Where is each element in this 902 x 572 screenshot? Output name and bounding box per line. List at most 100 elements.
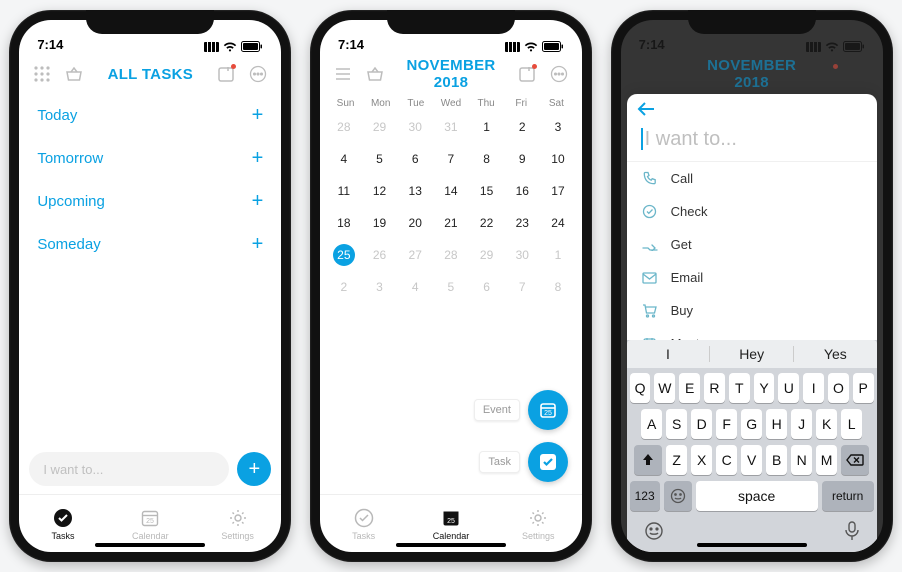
kbd-suggestion[interactable]: Yes xyxy=(794,346,877,362)
page-title[interactable]: NOVEMBER 2018 xyxy=(394,57,508,91)
calendar-day[interactable]: 30 xyxy=(397,111,433,143)
home-indicator[interactable] xyxy=(95,543,205,547)
calendar-day[interactable]: 25 xyxy=(326,239,362,271)
key-e[interactable]: E xyxy=(679,373,700,403)
suggestion-get[interactable]: Get xyxy=(627,228,877,261)
calendar-day[interactable]: 29 xyxy=(469,239,505,271)
key-q[interactable]: Q xyxy=(630,373,651,403)
key-t[interactable]: T xyxy=(729,373,750,403)
key-r[interactable]: R xyxy=(704,373,725,403)
calendar-day[interactable]: 4 xyxy=(326,143,362,175)
calendar-day[interactable]: 31 xyxy=(433,111,469,143)
calendar-day[interactable]: 7 xyxy=(504,271,540,303)
more-icon[interactable] xyxy=(245,61,271,87)
calendar-day[interactable]: 5 xyxy=(433,271,469,303)
calendar-day[interactable]: 6 xyxy=(469,271,505,303)
key-o[interactable]: O xyxy=(828,373,849,403)
key-z[interactable]: Z xyxy=(666,445,687,475)
calendar-day[interactable]: 16 xyxy=(504,175,540,207)
fab-event-button[interactable]: 25 xyxy=(528,390,568,430)
calendar-day[interactable]: 1 xyxy=(540,239,576,271)
key-s[interactable]: S xyxy=(666,409,687,439)
calendar-day[interactable]: 18 xyxy=(326,207,362,239)
home-indicator[interactable] xyxy=(697,543,807,547)
key-u[interactable]: U xyxy=(778,373,799,403)
calendar-day[interactable]: 23 xyxy=(504,207,540,239)
add-icon[interactable]: + xyxy=(252,190,264,213)
suggestion-check[interactable]: Check xyxy=(627,195,877,228)
emoji-icon[interactable] xyxy=(644,521,664,546)
calendar-day[interactable]: 5 xyxy=(362,143,398,175)
calendar-day[interactable]: 22 xyxy=(469,207,505,239)
suggestion-buy[interactable]: Buy xyxy=(627,294,877,327)
suggestion-call[interactable]: Call xyxy=(627,162,877,195)
key-y[interactable]: Y xyxy=(754,373,775,403)
key-space[interactable]: space xyxy=(696,481,818,511)
key-c[interactable]: C xyxy=(716,445,737,475)
key-n[interactable]: N xyxy=(791,445,812,475)
mic-icon[interactable] xyxy=(844,521,860,546)
key-123[interactable]: 123 xyxy=(630,481,660,511)
key-return[interactable]: return xyxy=(822,481,874,511)
task-category[interactable]: Tomorrow+ xyxy=(19,137,281,180)
task-category[interactable]: Someday+ xyxy=(19,223,281,266)
calendar-day[interactable]: 7 xyxy=(433,143,469,175)
key-d[interactable]: D xyxy=(691,409,712,439)
page-title[interactable]: ALL TASKS xyxy=(93,66,207,83)
calendar-day[interactable]: 3 xyxy=(540,111,576,143)
add-icon[interactable]: + xyxy=(252,104,264,127)
quick-add-input[interactable]: I want to... xyxy=(29,452,229,486)
calendar-day[interactable]: 24 xyxy=(540,207,576,239)
tab-settings[interactable]: Settings xyxy=(194,495,281,552)
calendar-day[interactable]: 28 xyxy=(433,239,469,271)
calendar-day[interactable]: 28 xyxy=(326,111,362,143)
calendar-day[interactable]: 30 xyxy=(504,239,540,271)
key-k[interactable]: K xyxy=(816,409,837,439)
key-l[interactable]: L xyxy=(841,409,862,439)
calendar-day[interactable]: 10 xyxy=(540,143,576,175)
calendar-day[interactable]: 2 xyxy=(504,111,540,143)
calendar-day[interactable]: 26 xyxy=(362,239,398,271)
key-h[interactable]: H xyxy=(766,409,787,439)
key-m[interactable]: M xyxy=(816,445,837,475)
add-icon[interactable]: + xyxy=(252,147,264,170)
key-p[interactable]: P xyxy=(853,373,874,403)
basket-icon[interactable] xyxy=(61,61,87,87)
key-x[interactable]: X xyxy=(691,445,712,475)
key-i[interactable]: I xyxy=(803,373,824,403)
calendar-day[interactable]: 11 xyxy=(326,175,362,207)
calendar-day[interactable]: 8 xyxy=(469,143,505,175)
calendar-day[interactable]: 9 xyxy=(504,143,540,175)
fab-task-button[interactable] xyxy=(528,442,568,482)
calendar-day[interactable]: 27 xyxy=(397,239,433,271)
more-icon[interactable] xyxy=(546,61,572,87)
suggestion-meet[interactable]: Meet xyxy=(627,327,877,340)
task-input[interactable]: I want to... xyxy=(627,124,877,162)
grid-icon[interactable] xyxy=(29,61,55,87)
calendar-day[interactable]: 3 xyxy=(362,271,398,303)
calendar-day[interactable]: 12 xyxy=(362,175,398,207)
key-g[interactable]: G xyxy=(741,409,762,439)
kbd-suggestion[interactable]: Hey xyxy=(710,346,794,362)
key-j[interactable]: J xyxy=(791,409,812,439)
calendar-day[interactable]: 13 xyxy=(397,175,433,207)
suggestion-email[interactable]: Email xyxy=(627,261,877,294)
key-backspace[interactable] xyxy=(841,445,869,475)
tab-tasks[interactable]: Tasks xyxy=(320,495,407,552)
calendar-day[interactable]: 20 xyxy=(397,207,433,239)
inbox-icon[interactable] xyxy=(514,61,540,87)
basket-icon[interactable] xyxy=(362,61,388,87)
key-shift[interactable] xyxy=(634,445,662,475)
calendar-day[interactable]: 1 xyxy=(469,111,505,143)
key-a[interactable]: A xyxy=(641,409,662,439)
back-button[interactable] xyxy=(627,94,877,124)
add-icon[interactable]: + xyxy=(252,233,264,256)
key-f[interactable]: F xyxy=(716,409,737,439)
calendar-day[interactable]: 6 xyxy=(397,143,433,175)
task-category[interactable]: Upcoming+ xyxy=(19,180,281,223)
calendar-day[interactable]: 29 xyxy=(362,111,398,143)
list-icon[interactable] xyxy=(330,61,356,87)
key-v[interactable]: V xyxy=(741,445,762,475)
calendar-day[interactable]: 15 xyxy=(469,175,505,207)
task-category[interactable]: Today+ xyxy=(19,94,281,137)
